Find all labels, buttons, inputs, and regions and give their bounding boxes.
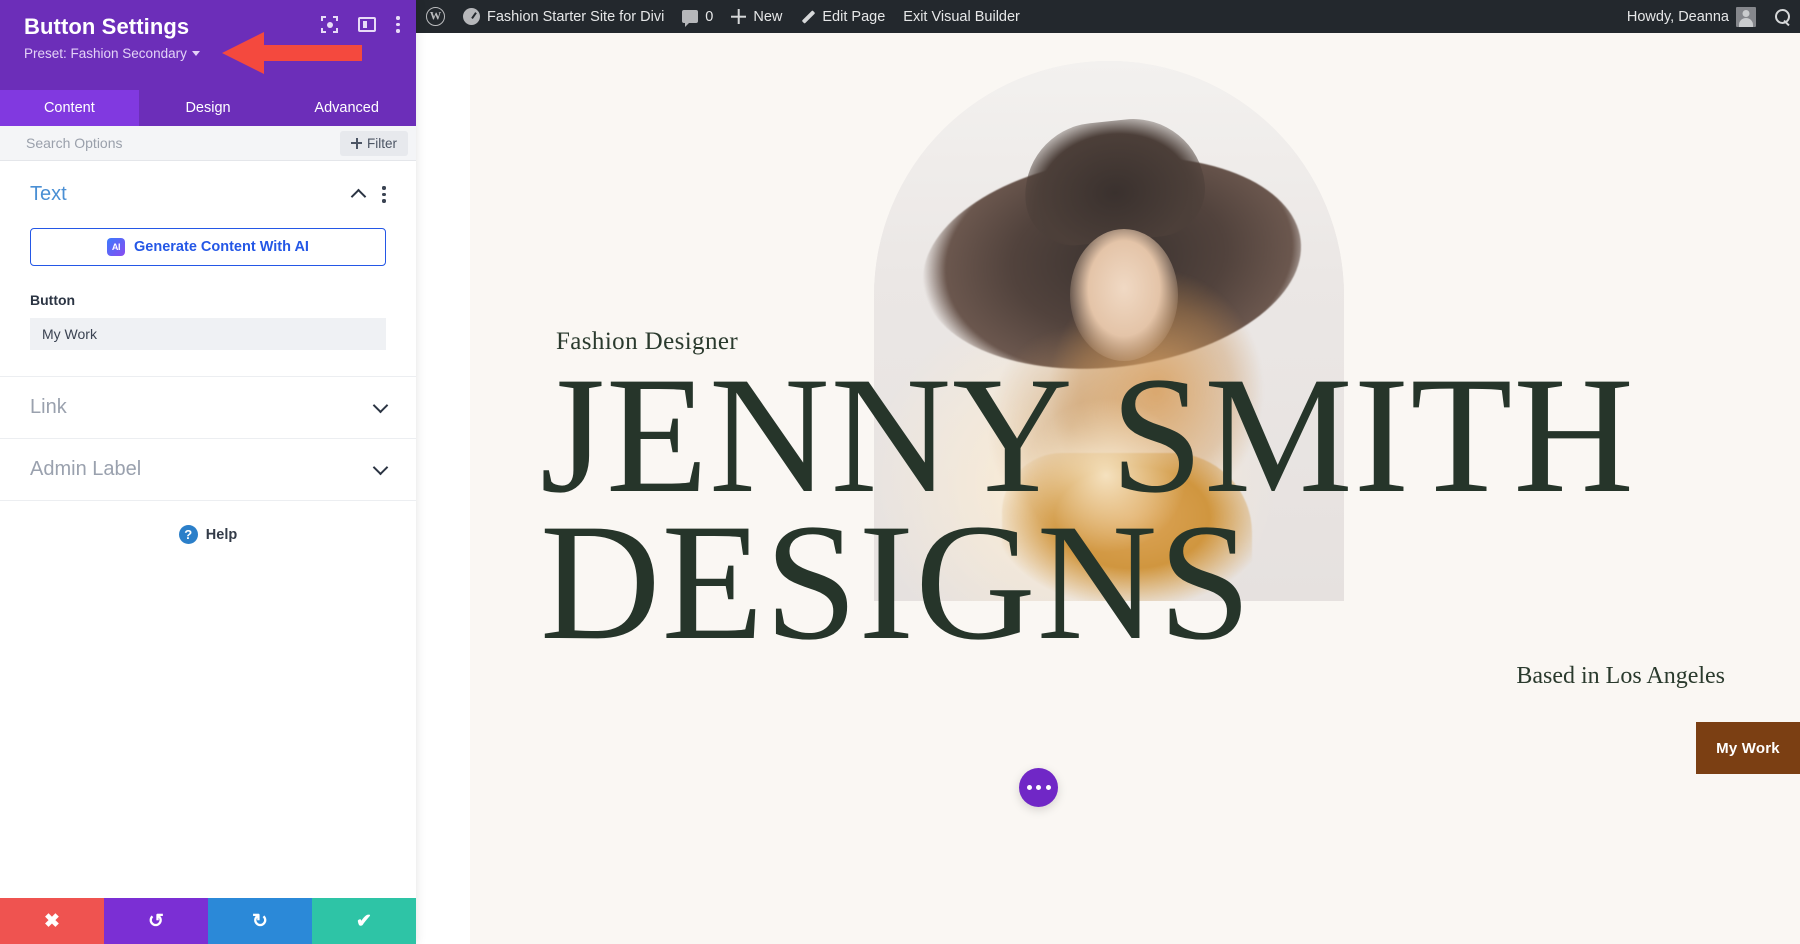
wp-admin-bar: Fashion Starter Site for Divi 0 New Edit… — [416, 0, 1800, 33]
panel-tabs: Content Design Advanced — [0, 90, 416, 126]
hero-title-line-2: DESIGNS — [540, 510, 1770, 657]
filter-label: Filter — [367, 136, 397, 151]
exit-visual-builder-link[interactable]: Exit Visual Builder — [894, 0, 1029, 33]
hero-cta-button[interactable]: My Work — [1696, 722, 1800, 774]
fab-dot-1 — [1027, 785, 1032, 790]
group-text-title: Text — [30, 183, 67, 206]
chevron-up-icon[interactable] — [351, 189, 367, 205]
redo-icon: ↻ — [252, 912, 268, 931]
dashboard-icon — [463, 8, 480, 25]
hero-section: Fashion Designer JENNY SMITH DESIGNS Bas… — [470, 33, 1800, 944]
close-icon: ✖ — [44, 912, 60, 931]
panel-layout-icon[interactable] — [358, 17, 376, 32]
search-options-bar: Filter — [0, 126, 416, 161]
site-name-label: Fashion Starter Site for Divi — [487, 9, 664, 25]
wp-logo-menu[interactable] — [416, 0, 454, 33]
panel-title: Button Settings — [24, 14, 200, 40]
undo-button[interactable]: ↺ — [104, 898, 208, 944]
new-label: New — [753, 9, 782, 25]
site-name-menu[interactable]: Fashion Starter Site for Divi — [454, 0, 673, 33]
kebab-menu-icon[interactable] — [396, 16, 400, 32]
button-text-input[interactable] — [30, 318, 386, 350]
group-link-title: Link — [30, 396, 67, 419]
page-preview-canvas[interactable]: Fashion Designer JENNY SMITH DESIGNS Bas… — [416, 33, 1800, 944]
chevron-down-icon[interactable] — [373, 398, 389, 414]
edit-page-link[interactable]: Edit Page — [791, 0, 894, 33]
redo-button[interactable]: ↻ — [208, 898, 312, 944]
comments-menu[interactable]: 0 — [673, 0, 722, 33]
kebab-menu-icon[interactable] — [382, 186, 386, 202]
question-mark-icon: ? — [179, 525, 198, 544]
panel-body: Text AI Generate Content With AI Button … — [0, 161, 416, 898]
generate-content-with-ai-button[interactable]: AI Generate Content With AI — [30, 228, 386, 266]
filter-button[interactable]: Filter — [340, 131, 408, 156]
more-options-fab[interactable] — [1019, 768, 1058, 807]
fab-dot-3 — [1046, 785, 1051, 790]
button-field-label: Button — [30, 292, 386, 308]
fab-dot-2 — [1036, 785, 1041, 790]
group-text-header[interactable]: Text — [30, 183, 386, 206]
chevron-down-icon — [192, 51, 200, 56]
comments-count: 0 — [705, 9, 713, 25]
help-label: Help — [206, 527, 237, 543]
wordpress-logo-icon — [426, 7, 445, 26]
search-icon — [1774, 8, 1791, 25]
howdy-label: Howdy, Deanna — [1627, 9, 1729, 25]
group-admin-label[interactable]: Admin Label — [0, 438, 416, 500]
group-link[interactable]: Link — [0, 376, 416, 438]
hero-title: JENNY SMITH DESIGNS — [540, 363, 1770, 657]
panel-action-bar: ✖ ↺ ↻ ✔ — [0, 898, 416, 944]
group-text: Text AI Generate Content With AI Button — [0, 161, 416, 376]
undo-icon: ↺ — [148, 912, 164, 931]
plus-icon — [731, 9, 746, 24]
edit-page-label: Edit Page — [822, 9, 885, 25]
plus-icon — [351, 138, 362, 149]
tab-content[interactable]: Content — [0, 90, 139, 126]
chevron-down-icon[interactable] — [373, 460, 389, 476]
adminbar-search-button[interactable] — [1765, 0, 1800, 33]
account-menu[interactable]: Howdy, Deanna — [1618, 0, 1765, 33]
save-button[interactable]: ✔ — [312, 898, 416, 944]
pencil-icon — [800, 9, 815, 24]
search-input[interactable] — [26, 135, 340, 151]
tab-design[interactable]: Design — [139, 90, 278, 126]
module-settings-panel: Button Settings Preset: Fashion Secondar… — [0, 0, 416, 944]
preset-label: Preset: Fashion Secondary — [24, 46, 187, 61]
visual-builder-screen: Fashion Designer JENNY SMITH DESIGNS Bas… — [0, 0, 1800, 944]
ai-button-label: Generate Content With AI — [134, 239, 309, 255]
annotation-arrow-icon — [222, 31, 362, 75]
avatar — [1736, 7, 1756, 27]
help-link[interactable]: ? Help — [0, 500, 416, 568]
hero-location: Based in Los Angeles — [1516, 663, 1725, 690]
photo-face — [1070, 229, 1178, 361]
group-admin-label-title: Admin Label — [30, 458, 141, 481]
cancel-button[interactable]: ✖ — [0, 898, 104, 944]
comment-bubble-icon — [682, 10, 698, 23]
exit-visual-builder-label: Exit Visual Builder — [903, 9, 1020, 25]
new-content-menu[interactable]: New — [722, 0, 791, 33]
tab-advanced[interactable]: Advanced — [277, 90, 416, 126]
checkmark-icon: ✔ — [356, 912, 372, 931]
preset-selector[interactable]: Preset: Fashion Secondary — [24, 46, 200, 61]
ai-icon: AI — [107, 238, 125, 256]
group-text-tools — [353, 186, 386, 202]
panel-header: Button Settings Preset: Fashion Secondar… — [0, 0, 416, 90]
